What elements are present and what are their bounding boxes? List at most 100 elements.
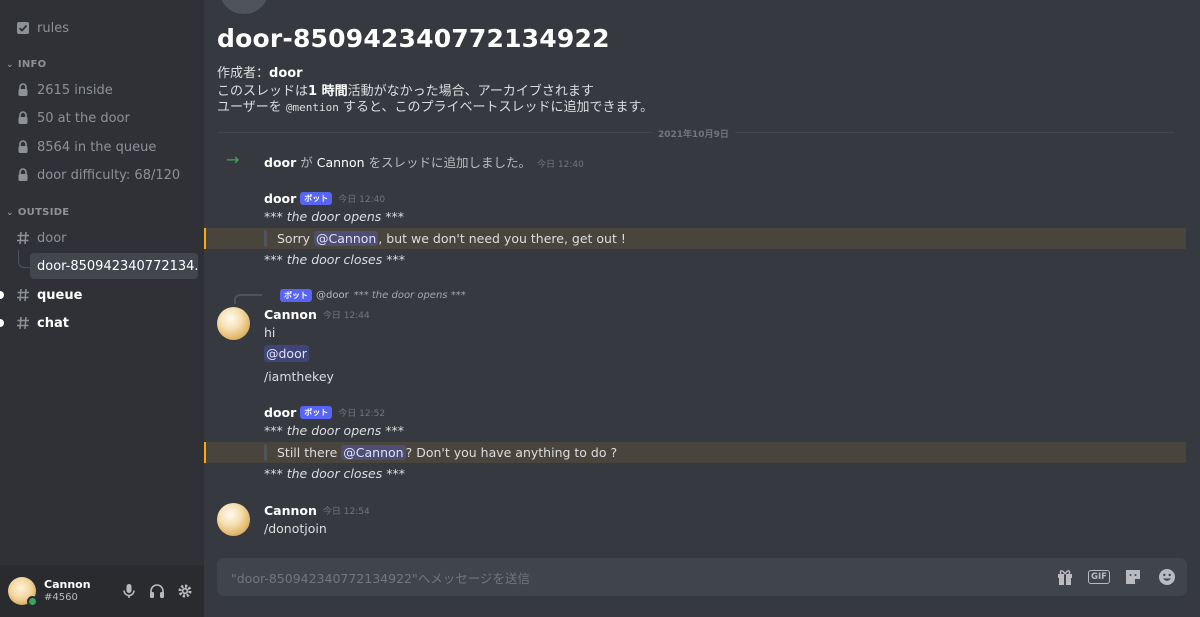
thread-connector (18, 250, 30, 268)
message-author[interactable]: door (264, 405, 296, 420)
category-label: OUTSIDE (17, 207, 70, 218)
message-author[interactable]: door (264, 191, 296, 206)
message-timestamp: 今日 12:44 (322, 311, 370, 321)
mention-code: @mention (285, 101, 339, 114)
gif-label: GIF (1088, 570, 1110, 584)
channel-chat[interactable]: chat (8, 310, 198, 336)
system-text: が (296, 155, 317, 170)
channel-sidebar: rules ⌄ INFO 2615 inside 50 at the door … (0, 0, 204, 617)
message-text: Still there (277, 445, 338, 460)
quote-bar (264, 444, 267, 461)
user-mention[interactable]: @Cannon (314, 231, 379, 246)
channel-label: door-850942340772134... (37, 258, 198, 274)
avatar[interactable] (8, 577, 38, 607)
message-input-placeholder: "door-850942340772134922"へメッセージを送信 (231, 570, 530, 586)
gift-icon[interactable] (1055, 567, 1075, 587)
message-text: , but we don't need you there, get out ! (378, 231, 626, 246)
avatar[interactable] (217, 307, 250, 340)
channel-label: 50 at the door (37, 110, 130, 126)
mention-prefix: ユーザーを (217, 100, 286, 115)
lock-icon (16, 111, 30, 125)
channel-label: chat (37, 315, 69, 331)
message-line: hi (264, 325, 275, 340)
system-target[interactable]: Cannon (317, 155, 365, 170)
message-timestamp: 今日 12:40 (537, 160, 584, 170)
channel-door-difficulty[interactable]: door difficulty: 68/120 (8, 162, 198, 188)
rules-check-icon (16, 21, 30, 35)
category-info[interactable]: ⌄ INFO (6, 59, 46, 70)
message-header: Cannon 今日 12:44 (264, 307, 370, 322)
user-mention[interactable]: @door (264, 345, 309, 362)
date-divider: 2021年10月9日 (652, 127, 735, 140)
channel-rules[interactable]: rules (8, 15, 198, 41)
message-line: *** the door closes *** (264, 466, 405, 481)
reply-connector (234, 294, 262, 304)
sticker-icon[interactable] (1123, 567, 1143, 587)
channel-door[interactable]: door (8, 225, 198, 251)
bot-badge: ボット (300, 406, 333, 419)
channel-label: 2615 inside (37, 82, 113, 98)
gif-button[interactable]: GIF (1088, 567, 1110, 587)
block-quote: Sorry @Cannon, but we don't need you the… (264, 228, 626, 249)
hash-icon (16, 231, 30, 245)
system-actor[interactable]: door (264, 155, 296, 170)
message-timestamp: 今日 12:40 (338, 195, 386, 205)
message-input[interactable]: "door-850942340772134922"へメッセージを送信 GIF (217, 558, 1187, 596)
message-timestamp: 今日 12:54 (322, 507, 370, 517)
channel-2615-inside[interactable]: 2615 inside (8, 77, 198, 103)
lock-icon (16, 83, 30, 97)
message-author[interactable]: Cannon (264, 307, 317, 322)
system-text: をスレッドに追加しました。 (364, 155, 532, 170)
emoji-icon[interactable] (1157, 567, 1177, 587)
hash-icon (16, 316, 30, 330)
microphone-icon[interactable] (120, 582, 138, 600)
avatar[interactable] (217, 503, 250, 536)
user-identity[interactable]: Cannon #4560 (44, 578, 91, 604)
category-label: INFO (17, 59, 47, 70)
username: Cannon (44, 578, 91, 591)
message-line: *** the door opens *** (264, 423, 404, 438)
settings-gear-icon[interactable] (176, 582, 194, 600)
creator-name[interactable]: door (269, 66, 303, 81)
system-message: door が Cannon をスレッドに追加しました。 今日 12:40 (264, 152, 584, 171)
channel-8564-in-the-queue[interactable]: 8564 in the queue (8, 134, 198, 160)
message-line: *** the door closes *** (264, 252, 405, 267)
block-quote: Still there @Cannon ? Don't you have any… (264, 442, 617, 463)
reply-author[interactable]: @door (316, 290, 349, 301)
category-outside[interactable]: ⌄ OUTSIDE (6, 207, 69, 218)
channel-50-at-the-door[interactable]: 50 at the door (8, 105, 198, 131)
reply-text: *** the door opens *** (353, 290, 466, 301)
online-status-dot (27, 596, 38, 607)
thread-creator-line: 作成者：door (217, 62, 303, 81)
message-text: *** the door closes *** (264, 252, 405, 267)
user-tag: #4560 (44, 592, 78, 603)
message-text: *** the door opens *** (264, 423, 404, 438)
message-text: /iamthekey (264, 369, 334, 384)
unread-indicator (0, 319, 4, 327)
message-author[interactable]: Cannon (264, 503, 317, 518)
message-text: hi (264, 325, 276, 340)
message-line: *** the door opens *** (264, 209, 404, 224)
message-text: ? Don't you have anything to do ? (405, 445, 618, 460)
user-mention[interactable]: @Cannon (341, 445, 406, 460)
message-line: /donotjoin (264, 521, 327, 536)
lock-icon (16, 140, 30, 154)
message-header: door ボット 今日 12:52 (264, 405, 385, 420)
message-timestamp: 今日 12:52 (338, 409, 386, 419)
unread-indicator (0, 291, 4, 299)
bot-badge: ボット (300, 192, 333, 205)
thread-title: door-850942340772134922 (217, 24, 610, 53)
thread-door-850942340772134922[interactable]: door-850942340772134... (30, 253, 198, 279)
channel-queue[interactable]: queue (8, 282, 198, 308)
headphones-icon[interactable] (148, 582, 166, 600)
lock-icon (16, 168, 30, 182)
quote-bar (264, 230, 267, 247)
reply-reference[interactable]: ボット @door *** the door opens *** (280, 289, 466, 302)
chevron-down-icon: ⌄ (6, 59, 14, 70)
user-panel: Cannon #4560 (0, 565, 204, 617)
message-text: *** the door opens *** (264, 209, 404, 224)
channel-label: door (37, 230, 67, 246)
channel-label: door difficulty: 68/120 (37, 167, 181, 183)
message-header: Cannon 今日 12:54 (264, 503, 370, 518)
channel-label: queue (37, 287, 83, 303)
